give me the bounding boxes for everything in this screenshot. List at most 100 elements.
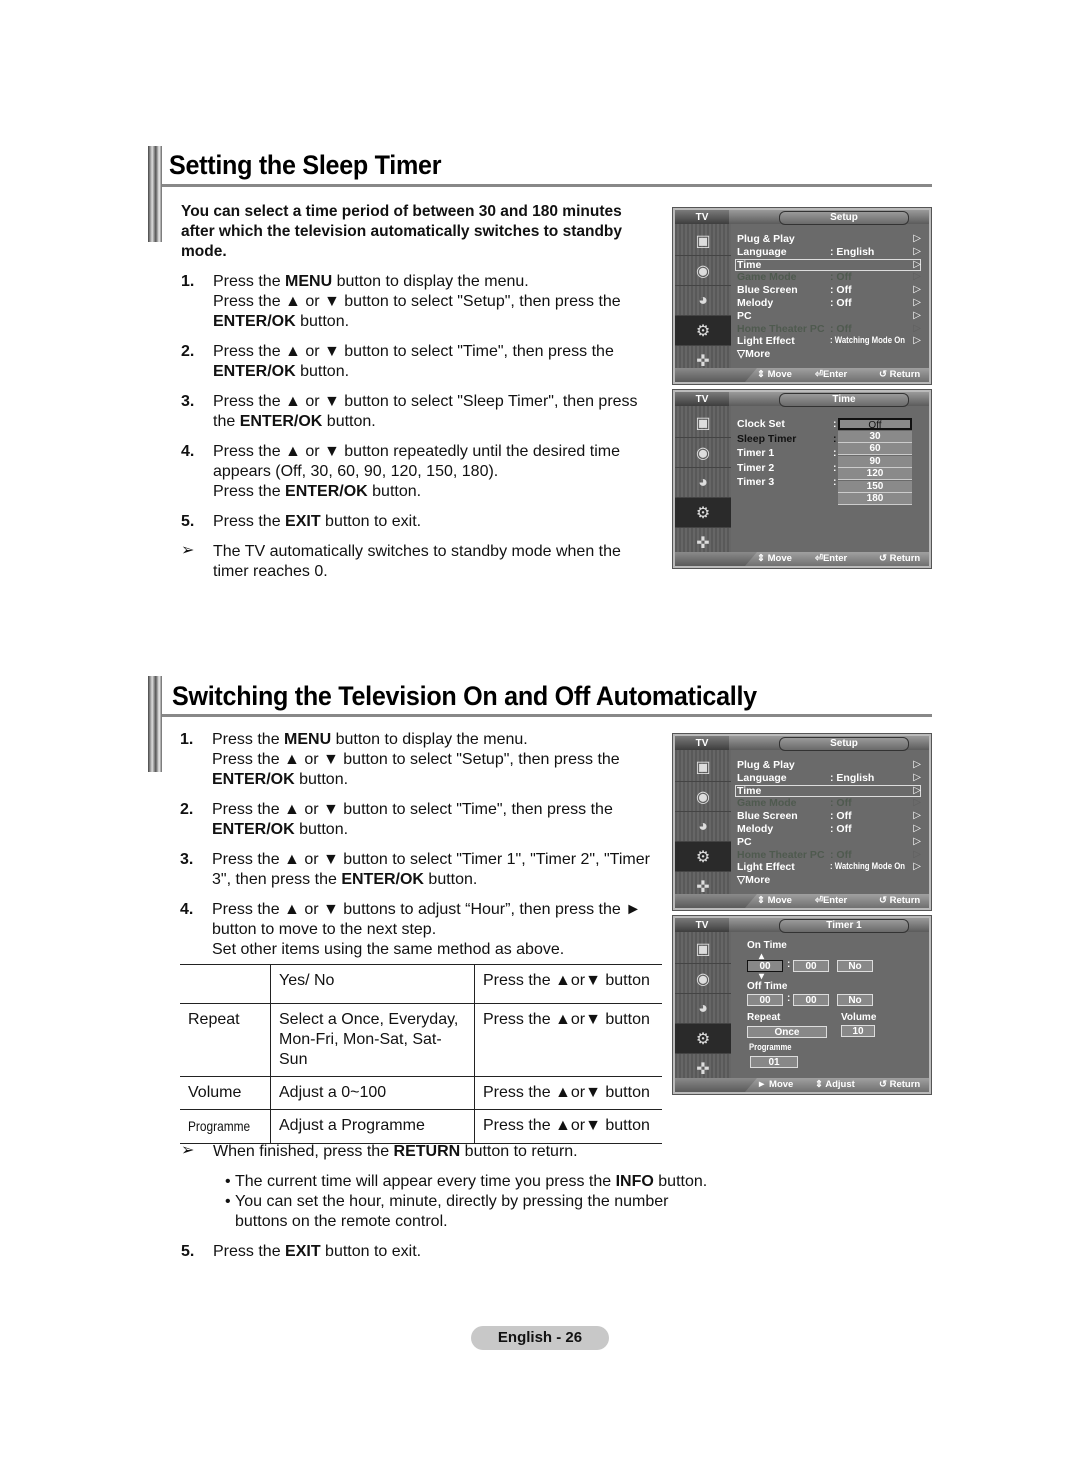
osd-menu-item[interactable]: Game Mode: Off — [737, 797, 852, 809]
osd-category-sidebar: ▣ ◉ ◕ ⚙ ✜ — [675, 224, 731, 376]
osd-sleep-option[interactable]: 30 — [838, 430, 912, 443]
osd-menu-item[interactable]: Sleep Timer: — [737, 432, 837, 445]
bullet-list: • The current time will appear every time… — [225, 1172, 715, 1232]
osd-item-label: Light Effect — [737, 861, 795, 874]
osd-sleep-option[interactable]: 120 — [838, 468, 912, 480]
off-hour-field[interactable]: 00 — [747, 994, 783, 1006]
step-text: Press the ▲ or ▼ button to select "Time"… — [212, 801, 613, 838]
osd-menu-item[interactable]: PC — [737, 836, 752, 848]
osd-item-label: Sleep Timer — [737, 432, 797, 445]
osd-menu-item[interactable]: Time — [737, 785, 761, 797]
step-text: Press the ▲ or ▼ button to select "Time"… — [213, 343, 614, 380]
chevron-right-icon: ▷ — [913, 335, 921, 347]
sound-icon[interactable]: ◉ — [675, 782, 731, 812]
setup-icon[interactable]: ⚙ — [675, 842, 731, 872]
timer-options-table: Yes/ No Press the ▲or▼ button Repeat Select… — [180, 964, 662, 1144]
on-activate-field[interactable]: No — [837, 960, 873, 972]
osd-item-label: Plug & Play — [737, 759, 795, 771]
section-rule — [162, 184, 932, 187]
osd-menu-item[interactable]: Language: English — [737, 246, 874, 258]
setup-icon[interactable]: ⚙ — [675, 316, 731, 346]
osd-menu-item[interactable]: Language: English — [737, 772, 874, 784]
on-minute-field[interactable]: 00 — [793, 960, 829, 972]
channel-icon[interactable]: ◕ — [675, 812, 731, 842]
osd-menu-item[interactable]: PC — [737, 310, 752, 322]
page-number-badge: English - 26 — [471, 1326, 609, 1350]
osd-item-value: : Watching Mode On — [830, 335, 906, 347]
osd-menu-item[interactable]: Time — [737, 259, 761, 271]
osd-menu-item[interactable]: Light Effect: Watching Mode On — [737, 335, 905, 347]
osd-item-label: Home Theater PC — [737, 322, 825, 335]
osd-menu-item[interactable]: Plug & Play — [737, 233, 795, 245]
setup-icon[interactable]: ⚙ — [675, 498, 731, 528]
instruction-step: 4. Press the ▲ or ▼ button repeatedly unt… — [181, 442, 651, 502]
instruction-step: 5. Press the EXIT button to exit. — [181, 512, 651, 532]
sound-icon[interactable]: ◉ — [675, 438, 731, 468]
osd-item-label: Blue Screen — [737, 284, 798, 297]
on-hour-field[interactable]: 00 — [747, 960, 783, 972]
off-activate-field[interactable]: No — [837, 994, 873, 1006]
osd-menu-item[interactable]: Clock Set: — [737, 418, 837, 430]
osd-item-label: PC — [737, 835, 752, 848]
osd-sleep-option[interactable]: 60 — [838, 443, 912, 455]
table-cell: Volume — [180, 1076, 271, 1110]
osd-menu-item[interactable]: Game Mode: Off — [737, 271, 852, 283]
chevron-right-icon: ▷ — [913, 848, 921, 860]
osd-colon: : — [833, 476, 837, 488]
sound-icon[interactable]: ◉ — [675, 256, 731, 286]
osd-sleep-option[interactable]: 180 — [838, 493, 912, 505]
chevron-right-icon: ▷ — [913, 810, 921, 822]
osd-menu-item[interactable]: Timer 2: — [737, 462, 837, 474]
off-minute-field[interactable]: 00 — [793, 994, 829, 1006]
volume-field[interactable]: 10 — [841, 1025, 875, 1037]
osd-menu-item[interactable]: Plug & Play — [737, 759, 795, 771]
osd-more-item[interactable]: ▽More — [737, 348, 770, 360]
chevron-right-icon: ▷ — [913, 284, 921, 296]
instruction-step: 5. Press the EXIT button to exit. — [181, 1242, 721, 1262]
note-arrow-icon: ➢ — [181, 1142, 195, 1159]
osd-menu-item[interactable]: Blue Screen: Off — [737, 284, 852, 297]
osd-menu-item[interactable]: Timer 1: — [737, 447, 837, 459]
programme-field[interactable]: 01 — [750, 1056, 798, 1068]
off-time-label: Off Time — [747, 981, 788, 992]
osd-item-value: : English — [830, 771, 875, 784]
table-cell: Adjust a 0~100 — [270, 1076, 475, 1110]
step-number: 1. — [180, 731, 194, 748]
osd-menu-item[interactable]: Home Theater PC: Off — [737, 849, 852, 861]
step-text: Press the ▲ or ▼ button to select "Timer… — [212, 851, 650, 888]
osd-sleep-option[interactable]: Off — [838, 418, 912, 431]
picture-icon[interactable]: ▣ — [675, 934, 731, 964]
osd-sleep-option[interactable]: 90 — [838, 455, 912, 468]
instruction-step: 1. Press the MENU button to display the m… — [180, 730, 655, 790]
button-name: ENTER/OK — [341, 871, 424, 888]
channel-icon[interactable]: ◕ — [675, 994, 731, 1024]
picture-icon[interactable]: ▣ — [675, 408, 731, 438]
osd-menu-item[interactable]: Melody: Off — [737, 823, 852, 835]
channel-icon[interactable]: ◕ — [675, 286, 731, 316]
osd-menu-item[interactable]: Melody: Off — [737, 297, 852, 309]
chevron-right-icon: ▷ — [913, 784, 921, 796]
osd-more-item[interactable]: ▽More — [737, 874, 770, 886]
repeat-field[interactable]: Once — [747, 1026, 827, 1038]
sound-icon[interactable]: ◉ — [675, 964, 731, 994]
instruction-step: 1. Press the MENU button to display the m… — [181, 272, 651, 332]
osd-colon: : — [833, 461, 837, 474]
picture-icon[interactable]: ▣ — [675, 226, 731, 256]
chevron-right-icon: ▷ — [913, 297, 921, 308]
osd-item-value: : Off — [830, 823, 852, 835]
button-name: MENU — [285, 273, 333, 290]
section-title-sleep-timer: Setting the Sleep Timer — [169, 150, 442, 180]
osd-hint-return: ↺ Return — [879, 1079, 921, 1090]
setup-icon[interactable]: ⚙ — [675, 1024, 731, 1054]
osd-hint-move: ► Move — [757, 1079, 794, 1090]
osd-sleep-option[interactable]: 150 — [838, 480, 912, 493]
table-cell: Select a Once, Everyday, Mon-Fri, Mon-Sa… — [270, 1003, 475, 1077]
osd-menu-item[interactable]: Blue Screen: Off — [737, 810, 852, 822]
picture-icon[interactable]: ▣ — [675, 752, 731, 782]
osd-hint-return: ↺ Return — [879, 553, 921, 564]
osd-menu-item[interactable]: Light Effect: Watching Mode On — [737, 861, 905, 874]
osd-menu-item[interactable]: Home Theater PC: Off — [737, 322, 852, 335]
repeat-label: Repeat — [747, 1012, 781, 1023]
osd-menu-item[interactable]: Timer 3: — [737, 476, 837, 488]
channel-icon[interactable]: ◕ — [675, 468, 731, 498]
